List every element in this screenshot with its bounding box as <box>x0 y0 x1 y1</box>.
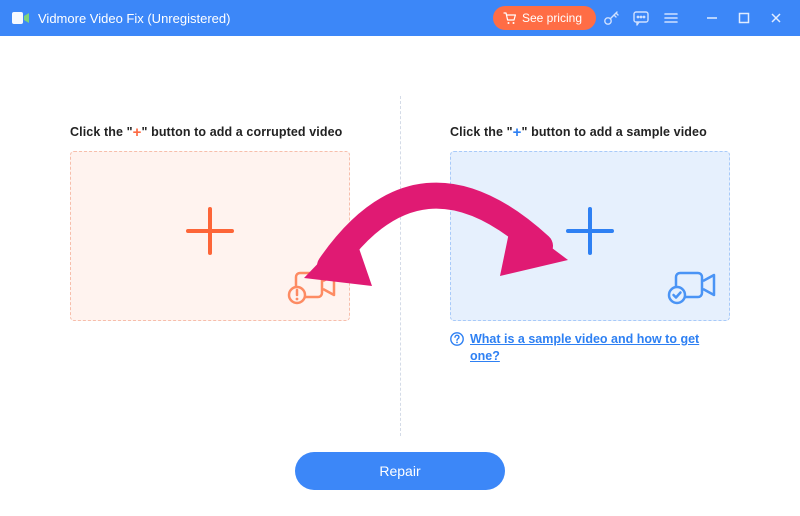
titlebar: Vidmore Video Fix (Unregistered) See pri… <box>0 0 800 36</box>
sample-video-icon <box>667 269 717 310</box>
key-icon <box>602 9 620 27</box>
sample-video-help: What is a sample video and how to get on… <box>450 331 730 365</box>
close-icon <box>769 11 783 25</box>
vertical-divider <box>400 96 401 436</box>
maximize-button[interactable] <box>728 0 760 36</box>
sample-video-panel: Click the "+" button to add a sample vid… <box>450 124 730 365</box>
minimize-icon <box>705 11 719 25</box>
instr-text: Click the " <box>70 125 133 139</box>
corrupted-video-icon <box>287 269 337 310</box>
app-logo-icon <box>12 11 30 25</box>
chat-icon <box>632 9 650 27</box>
instr-text: " button to add a corrupted video <box>141 125 342 139</box>
add-corrupted-video-dropzone[interactable] <box>70 151 350 321</box>
plus-icon <box>558 199 622 273</box>
add-sample-video-dropzone[interactable] <box>450 151 730 321</box>
feedback-button[interactable] <box>626 0 656 36</box>
close-button[interactable] <box>760 0 792 36</box>
maximize-icon <box>737 11 751 25</box>
main-area: Click the "+" button to add a corrupted … <box>0 36 800 516</box>
sample-video-instruction: Click the "+" button to add a sample vid… <box>450 124 730 141</box>
pricing-label: See pricing <box>522 11 582 25</box>
repair-button[interactable]: Repair <box>295 452 505 490</box>
see-pricing-button[interactable]: See pricing <box>493 6 596 30</box>
corrupted-video-panel: Click the "+" button to add a corrupted … <box>70 124 350 365</box>
instr-text: Click the " <box>450 125 513 139</box>
minimize-button[interactable] <box>696 0 728 36</box>
cart-icon <box>503 12 517 25</box>
app-title: Vidmore Video Fix (Unregistered) <box>38 11 230 26</box>
sample-video-help-link[interactable]: What is a sample video and how to get on… <box>470 331 730 365</box>
register-key-button[interactable] <box>596 0 626 36</box>
help-icon <box>450 332 464 351</box>
hamburger-icon <box>662 9 680 27</box>
plus-icon <box>178 199 242 273</box>
menu-button[interactable] <box>656 0 686 36</box>
corrupted-video-instruction: Click the "+" button to add a corrupted … <box>70 124 350 141</box>
instr-text: " button to add a sample video <box>521 125 706 139</box>
